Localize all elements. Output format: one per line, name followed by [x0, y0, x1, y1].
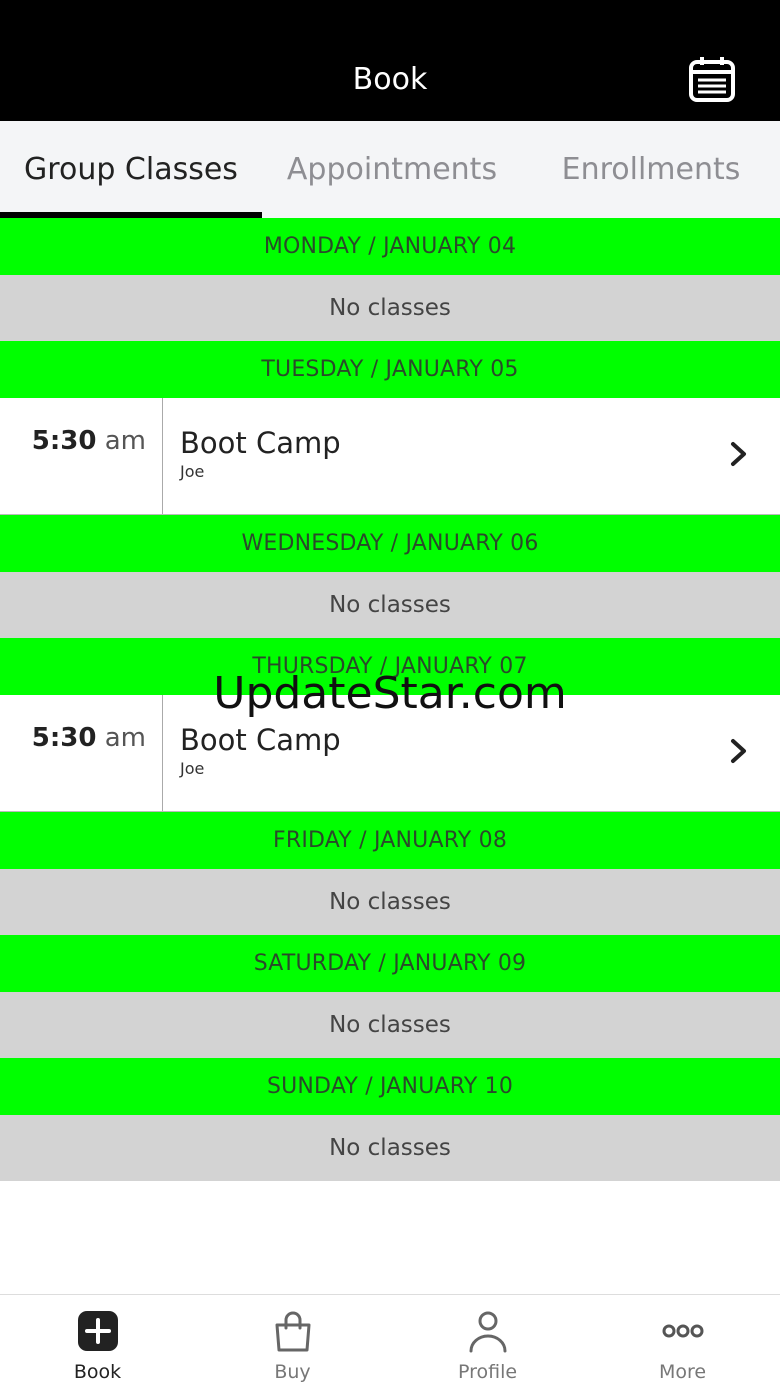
- class-instructor: Joe: [180, 462, 205, 481]
- day-header: MONDAY / JANUARY 04: [0, 218, 780, 275]
- bottom-nav: Book Buy Profile More: [0, 1294, 780, 1387]
- tab-enrollments[interactable]: Enrollments: [522, 121, 780, 218]
- page-title: Book: [352, 62, 428, 97]
- class-name: Boot Camp: [180, 426, 341, 460]
- day-header: SATURDAY / JANUARY 09: [0, 935, 780, 992]
- nav-item-profile[interactable]: Profile: [390, 1295, 585, 1387]
- class-time-value: 5:30: [31, 723, 97, 753]
- class-time: 5:30 am: [0, 398, 163, 514]
- chevron-right-icon: [731, 442, 746, 466]
- class-time-ampm: am: [104, 426, 146, 456]
- shopping-bag-icon: [275, 1311, 310, 1352]
- nav-item-buy[interactable]: Buy: [195, 1295, 390, 1387]
- no-classes-row: No classes: [0, 275, 780, 341]
- class-instructor: Joe: [180, 759, 205, 778]
- tab-group-classes[interactable]: Group Classes: [0, 121, 262, 218]
- day-header: FRIDAY / JANUARY 08: [0, 812, 780, 869]
- no-classes-row: No classes: [0, 992, 780, 1058]
- day-header: SUNDAY / JANUARY 10: [0, 1058, 780, 1115]
- day-header: THURSDAY / JANUARY 07: [0, 638, 780, 695]
- nav-item-more[interactable]: More: [585, 1295, 780, 1387]
- class-time-value: 5:30: [31, 426, 97, 456]
- no-classes-row: No classes: [0, 869, 780, 935]
- app-header: Book: [0, 0, 780, 121]
- calendar-icon[interactable]: [687, 55, 737, 105]
- day-header: WEDNESDAY / JANUARY 06: [0, 515, 780, 572]
- nav-label: More: [658, 1361, 707, 1383]
- class-row[interactable]: 5:30 am Boot Camp Joe: [0, 695, 780, 812]
- no-classes-row: No classes: [0, 1115, 780, 1181]
- more-dots-icon: [662, 1324, 703, 1338]
- class-time-ampm: am: [104, 723, 146, 753]
- tab-bar: Group Classes Appointments Enrollments: [0, 121, 780, 218]
- plus-square-icon: [77, 1311, 118, 1351]
- nav-item-book[interactable]: Book: [0, 1295, 195, 1387]
- tab-label: Enrollments: [561, 152, 741, 187]
- person-icon: [469, 1311, 506, 1353]
- schedule-list: MONDAY / JANUARY 04 No classes TUESDAY /…: [0, 218, 780, 1181]
- nav-label: Book: [73, 1361, 122, 1383]
- tab-label: Group Classes: [24, 152, 238, 187]
- tab-appointments[interactable]: Appointments: [262, 121, 522, 218]
- day-header: TUESDAY / JANUARY 05: [0, 341, 780, 398]
- no-classes-row: No classes: [0, 572, 780, 638]
- nav-label: Buy: [274, 1361, 311, 1383]
- chevron-right-icon: [731, 739, 746, 763]
- class-row[interactable]: 5:30 am Boot Camp Joe: [0, 398, 780, 515]
- class-time: 5:30 am: [0, 695, 163, 811]
- class-name: Boot Camp: [180, 723, 341, 757]
- tab-label: Appointments: [286, 152, 498, 187]
- nav-label: Profile: [457, 1361, 518, 1383]
